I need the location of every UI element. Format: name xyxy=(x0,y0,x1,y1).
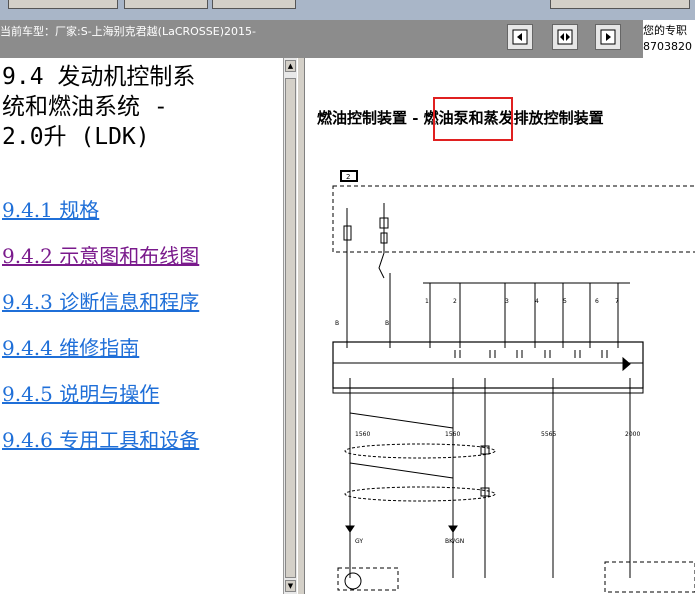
arrows-both-icon xyxy=(557,29,573,45)
module-triangle xyxy=(622,356,631,372)
scroll-up-arrow[interactable]: ▲ xyxy=(285,60,296,72)
twisted-wire-2 xyxy=(349,462,454,479)
toc-link-description-operation[interactable]: 9.4.5 说明与操作 xyxy=(2,378,159,407)
svg-text:4: 4 xyxy=(535,298,539,305)
diagram-pane: 燃油控制装置 - 燃油泵和蒸发排放控制装置 2 B B 1 2 3 4 5 6 … xyxy=(305,58,695,594)
section-title: 9.4 发动机控制系 统和燃油系统 - 2.0升 (LDK) xyxy=(2,62,283,152)
svg-text:GY: GY xyxy=(355,538,363,545)
svg-text:3: 3 xyxy=(505,298,509,305)
section-title-line-2: 统和燃油系统 - xyxy=(2,94,168,120)
wiring-schematic: 2 B B 1 2 3 4 5 6 7 1560 1560 5565 2000 … xyxy=(332,170,695,593)
svg-text:1560: 1560 xyxy=(445,431,460,438)
nav-next-button[interactable] xyxy=(595,24,621,50)
svg-text:BK/GN: BK/GN xyxy=(445,538,464,545)
toc-link-specifications[interactable]: 9.4.1 规格 xyxy=(2,194,99,223)
toolbar-button-3[interactable] xyxy=(212,0,296,9)
toc-link-schematics[interactable]: 9.4.2 示意图和布线图 xyxy=(2,240,199,269)
svg-text:B: B xyxy=(335,320,339,327)
twisted-pair-shield-2 xyxy=(344,486,496,502)
info-bar: 当前车型：厂家:S-上海别克君越(LaCROSSE)2015- 您的专职 870… xyxy=(0,20,695,58)
nav-previous-button[interactable] xyxy=(507,24,533,50)
control-module xyxy=(332,341,644,389)
toolbar-button-2[interactable] xyxy=(124,0,208,9)
module-pin-arrows xyxy=(454,350,608,358)
svg-text:6: 6 xyxy=(595,298,599,305)
scroll-down-arrow[interactable]: ▼ xyxy=(285,580,296,592)
svg-text:5: 5 xyxy=(563,298,567,305)
bus-drops xyxy=(429,283,619,348)
svg-text:1: 1 xyxy=(425,298,429,305)
connector-arrow-2 xyxy=(448,525,458,533)
svg-text:2: 2 xyxy=(453,298,457,305)
current-vehicle-label: 当前车型：厂家:S-上海别克君越(LaCROSSE)2015- xyxy=(0,25,256,38)
arrow-left-icon xyxy=(512,29,528,45)
twisted-pair-shield-1 xyxy=(344,443,496,459)
wire-labels: B B 1 2 3 4 5 6 7 1560 1560 5565 2000 GY… xyxy=(335,298,640,545)
toc-pane: 9.4 发动机控制系 统和燃油系统 - 2.0升 (LDK) 9.4.1 规格 … xyxy=(0,58,283,594)
toolbar-button-4[interactable] xyxy=(550,0,690,9)
twisted-wire-1 xyxy=(349,412,454,429)
section-title-line-3: 2.0升 (LDK) xyxy=(2,124,150,150)
window-top-bar xyxy=(0,0,695,20)
svg-text:1560: 1560 xyxy=(355,431,370,438)
evap-module xyxy=(604,561,695,593)
toc-link-diagnostics[interactable]: 9.4.3 诊断信息和程序 xyxy=(2,286,199,315)
connector-arrow-1 xyxy=(345,525,355,533)
arrow-right-icon xyxy=(600,29,616,45)
svg-text:B: B xyxy=(385,320,389,327)
toc-link-special-tools[interactable]: 9.4.6 专用工具和设备 xyxy=(2,424,199,453)
right-note-line-1: 您的专职 xyxy=(643,24,687,37)
right-note-line-2: 8703820 xyxy=(643,40,692,53)
nav-expand-button[interactable] xyxy=(552,24,578,50)
svg-text:2000: 2000 xyxy=(625,431,640,438)
scroll-thumb[interactable] xyxy=(285,78,296,578)
right-note: 您的专职 8703820 xyxy=(643,20,695,58)
fuel-pump-symbol xyxy=(344,572,362,590)
toc-scrollbar[interactable]: ▲ ▼ xyxy=(283,58,297,594)
section-title-line-1: 9.4 发动机控制系 xyxy=(2,64,196,90)
svg-text:7: 7 xyxy=(615,298,619,305)
relay-switch xyxy=(378,252,385,279)
connector-id: 2 xyxy=(346,173,350,181)
pane-splitter[interactable] xyxy=(297,58,305,594)
svg-text:5565: 5565 xyxy=(541,431,556,438)
toolbar-button-1[interactable] xyxy=(8,0,118,9)
toc-link-repair-guide[interactable]: 9.4.4 维修指南 xyxy=(2,332,139,361)
